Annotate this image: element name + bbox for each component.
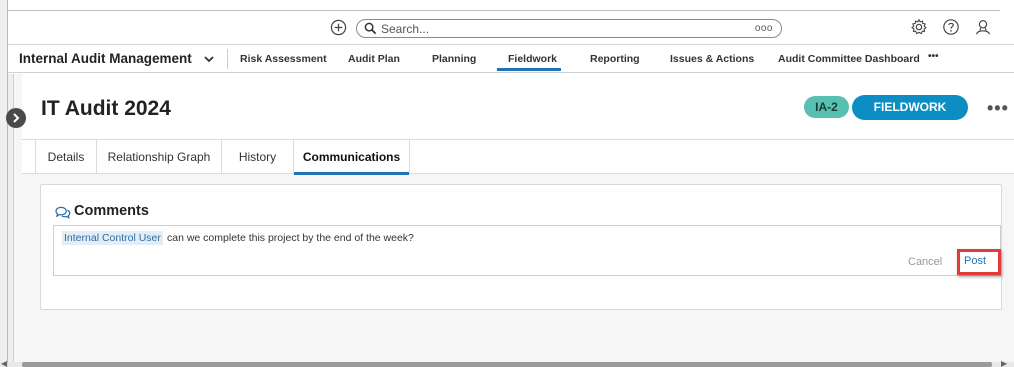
plus-circle-icon[interactable] (330, 19, 347, 36)
record-id-badge: IA-2 (804, 96, 849, 118)
workflow-status-button[interactable]: FIELDWORK (852, 95, 968, 120)
post-highlight-box: Post (957, 249, 1001, 275)
top-icons (910, 18, 992, 36)
tab-relationship-graph[interactable]: Relationship Graph (97, 140, 222, 174)
nav-item-audit-plan[interactable]: Audit Plan (348, 53, 400, 65)
post-button[interactable]: Post (964, 255, 986, 267)
scroll-left-icon[interactable]: ◀ (1, 359, 7, 367)
comments-card: Comments Internal Control User can we co… (40, 184, 1002, 310)
user-icon[interactable] (974, 18, 992, 36)
comment-textarea[interactable]: Internal Control User can we complete th… (53, 225, 1001, 276)
cancel-button[interactable]: Cancel (908, 256, 942, 268)
chevron-right-icon (13, 113, 20, 123)
tab-details[interactable]: Details (35, 140, 97, 174)
scrollbar-thumb[interactable] (22, 362, 992, 367)
search-input[interactable]: Search... (381, 22, 429, 36)
record-tabs: Details Relationship Graph History Commu… (22, 139, 1014, 175)
nav-item-planning[interactable]: Planning (432, 53, 476, 65)
help-icon[interactable] (942, 18, 960, 36)
nav-item-risk-assessment[interactable]: Risk Assessment (240, 53, 327, 65)
nav-item-reporting[interactable]: Reporting (590, 53, 640, 65)
app-window: Search... ooo Internal Audit Management (0, 0, 1014, 367)
gear-icon[interactable] (910, 18, 928, 36)
page-title: IT Audit 2024 (41, 97, 171, 120)
nav-item-issues-actions[interactable]: Issues & Actions (670, 53, 754, 65)
nav-divider (227, 49, 228, 69)
search-bar[interactable]: Search... ooo (356, 19, 782, 38)
expand-sidebar-button[interactable] (6, 108, 26, 128)
nav-item-fieldwork[interactable]: Fieldwork (508, 53, 557, 65)
more-options-button[interactable]: ••• (987, 98, 1009, 119)
comment-text: can we complete this project by the end … (167, 232, 414, 244)
nav-active-indicator (497, 68, 561, 71)
tab-label: Relationship Graph (107, 150, 211, 164)
nav-more-button[interactable]: ••• (928, 51, 939, 62)
top-bar: Search... ooo (8, 11, 1014, 45)
tab-label: History (238, 150, 277, 164)
nav-item-audit-committee-dashboard[interactable]: Audit Committee Dashboard (778, 53, 920, 65)
comments-icon (55, 206, 71, 219)
tab-history[interactable]: History (222, 140, 294, 174)
tab-label: Details (47, 150, 85, 164)
app-title[interactable]: Internal Audit Management (19, 51, 192, 66)
tab-communications[interactable]: Communications (294, 140, 410, 175)
search-options-button[interactable]: ooo (755, 23, 773, 34)
chevron-down-icon[interactable] (204, 55, 214, 63)
module-nav: Internal Audit Management Risk Assessmen… (8, 45, 1014, 73)
scroll-right-icon[interactable]: ▶ (1001, 359, 1007, 367)
tab-label: Communications (302, 150, 401, 164)
search-icon (364, 22, 377, 35)
comments-heading: Comments (74, 203, 149, 219)
user-mention[interactable]: Internal Control User (62, 231, 163, 245)
